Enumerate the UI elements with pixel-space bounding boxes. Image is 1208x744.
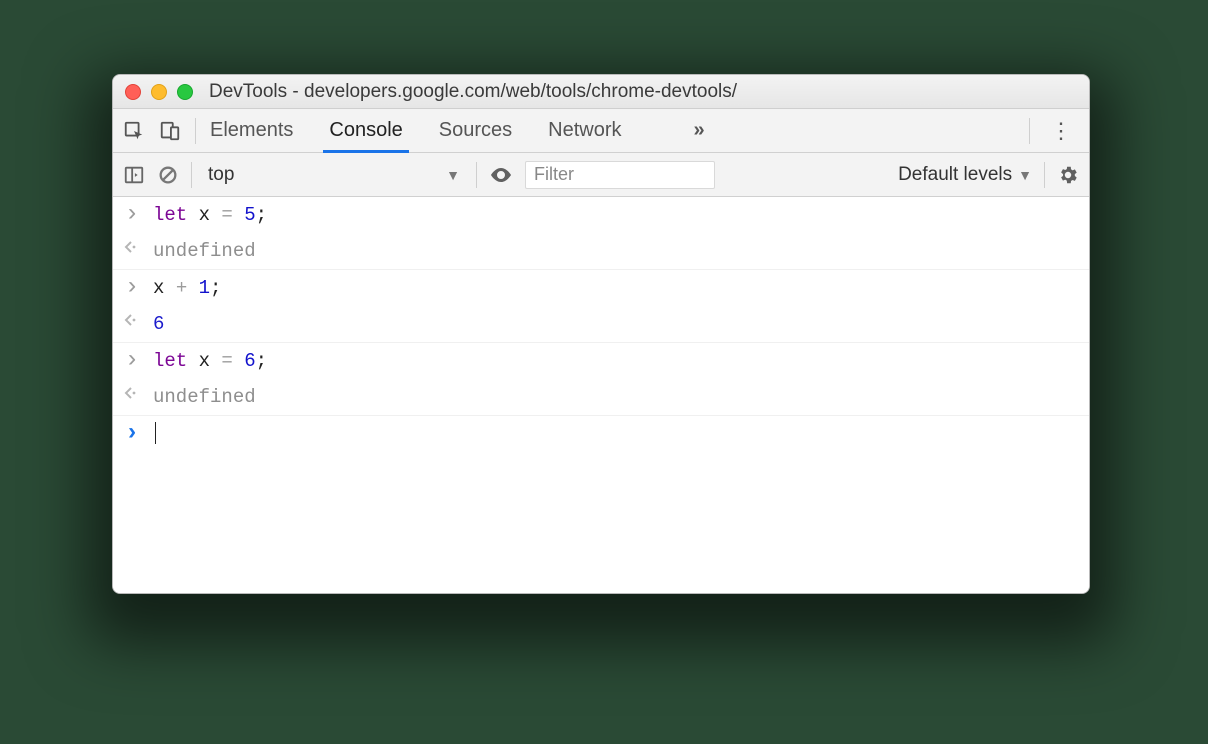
context-select[interactable]: top ▼ [204, 164, 464, 186]
log-levels-select[interactable]: Default levels ▼ [898, 164, 1032, 186]
console-input-code: let x = 5; [153, 203, 267, 227]
console-output-value: 6 [153, 312, 164, 336]
console-sidebar-toggle-icon[interactable] [123, 164, 145, 186]
console-row: › x + 1; [113, 270, 1089, 306]
minimize-icon[interactable] [151, 84, 167, 100]
tab-network[interactable]: Network [548, 109, 621, 152]
tab-console[interactable]: Console [329, 109, 402, 152]
live-expression-icon[interactable] [489, 163, 513, 187]
fullscreen-icon[interactable] [177, 84, 193, 100]
prompt-input[interactable] [153, 422, 156, 444]
tab-elements[interactable]: Elements [210, 109, 293, 152]
console-toolbar: top ▼ Default levels ▼ [113, 153, 1089, 197]
console-input-code: x + 1; [153, 276, 221, 300]
console-prompt[interactable]: › [113, 416, 1089, 452]
tabs: Elements Console Sources Network » [210, 109, 705, 152]
console-row: › let x = 6; [113, 343, 1089, 379]
chevron-down-icon: ▼ [446, 167, 460, 183]
console-output-value: undefined [153, 385, 256, 409]
console-row: 6 [113, 306, 1089, 343]
console-row: undefined [113, 233, 1089, 270]
filter-input[interactable] [525, 161, 715, 189]
levels-label: Default levels [898, 164, 1012, 186]
divider [195, 118, 196, 144]
console-output-value: undefined [153, 239, 256, 263]
output-arrow-icon [121, 312, 143, 328]
input-chevron-icon: › [121, 203, 143, 227]
output-arrow-icon [121, 385, 143, 401]
chevron-down-icon: ▼ [1018, 167, 1032, 183]
main-tabs-bar: Elements Console Sources Network » ⋮ [113, 109, 1089, 153]
divider [476, 162, 477, 188]
console-output[interactable]: › let x = 5; undefined › x + 1; 6 › let x = 6; u… [113, 197, 1089, 593]
output-arrow-icon [121, 239, 143, 255]
devtools-window: DevTools - developers.google.com/web/too… [112, 74, 1090, 594]
settings-gear-icon[interactable] [1057, 164, 1079, 186]
inspect-element-icon[interactable] [123, 120, 145, 142]
console-input-code: let x = 6; [153, 349, 267, 373]
divider [191, 162, 192, 188]
tab-sources[interactable]: Sources [439, 109, 512, 152]
input-chevron-icon: › [121, 349, 143, 373]
divider [1029, 118, 1030, 144]
titlebar: DevTools - developers.google.com/web/too… [113, 75, 1089, 109]
divider [1044, 162, 1045, 188]
clear-console-icon[interactable] [157, 164, 179, 186]
input-chevron-icon: › [121, 276, 143, 300]
close-icon[interactable] [125, 84, 141, 100]
kebab-menu-icon[interactable]: ⋮ [1044, 118, 1079, 144]
context-label: top [208, 164, 234, 186]
console-row: › let x = 5; [113, 197, 1089, 233]
traffic-lights [125, 84, 193, 100]
prompt-chevron-icon: › [121, 422, 143, 446]
tabs-overflow-icon[interactable]: » [694, 119, 705, 142]
device-toggle-icon[interactable] [159, 120, 181, 142]
window-title: DevTools - developers.google.com/web/too… [209, 81, 737, 103]
console-row: undefined [113, 379, 1089, 416]
